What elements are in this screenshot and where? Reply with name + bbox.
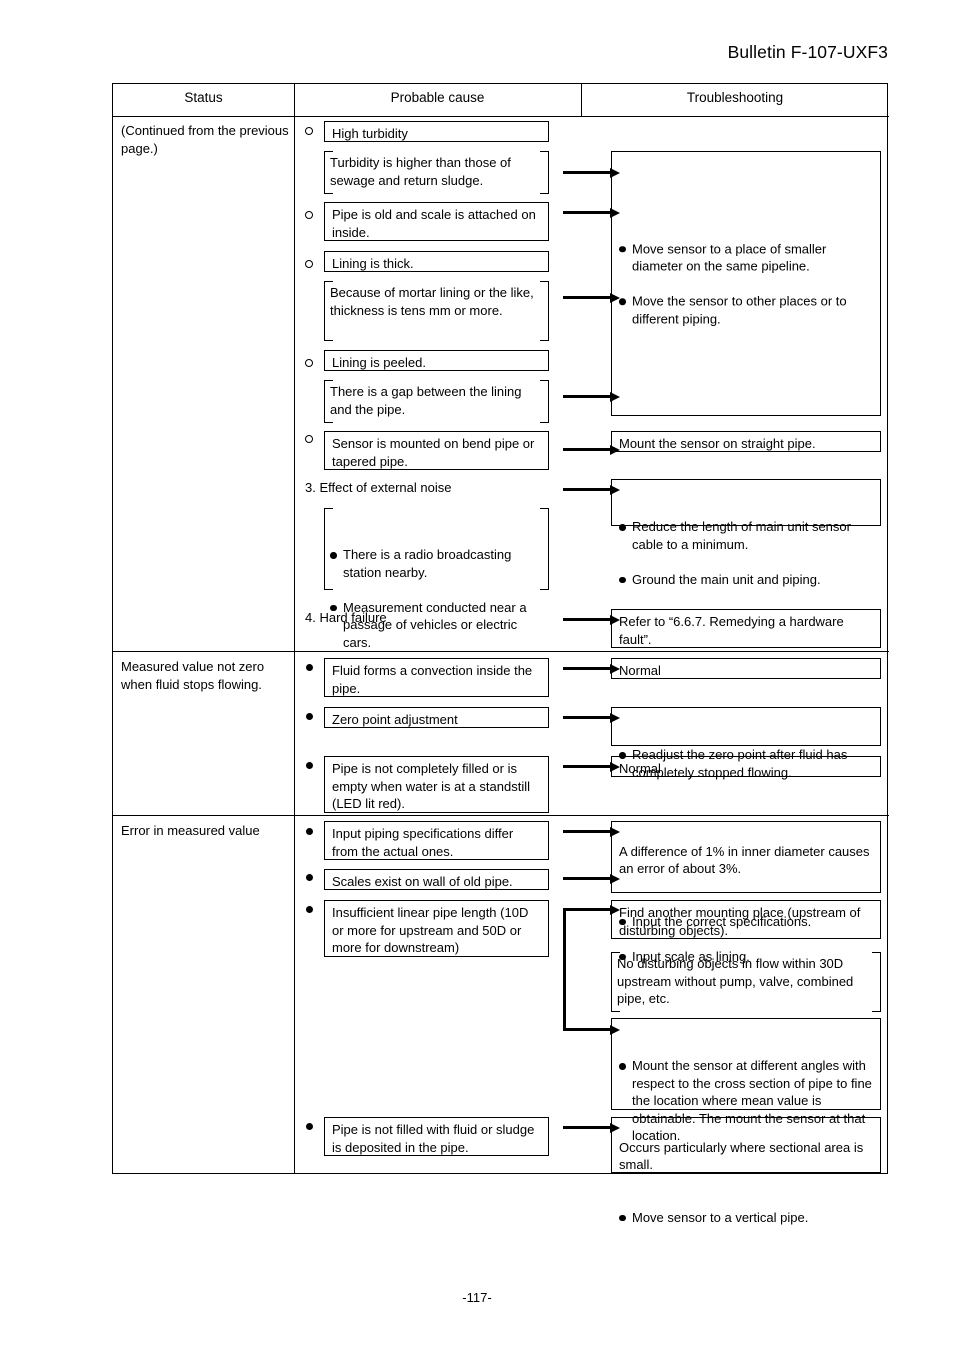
troubleshooting-box-normal: Normal: [611, 658, 881, 679]
cause-detail-bracket: Because of mortar lining or the like, th…: [323, 280, 550, 342]
cause-box: Lining is peeled.: [324, 350, 549, 371]
troubleshooting-box-inner-diameter: A difference of 1% in inner diameter cau…: [611, 821, 881, 964]
cause-box: High turbidity: [324, 121, 549, 142]
troubleshooting-bullet: Move sensor to a vertical pipe.: [619, 1209, 874, 1227]
branch-connector-stem: [563, 908, 566, 1031]
column-header-probable-cause: Probable cause: [390, 90, 485, 105]
troubleshooting-text: Occurs particularly where sectional area…: [619, 1139, 864, 1173]
troubleshooting-box-move-sensor: Move sensor to a place of smaller diamet…: [611, 151, 881, 416]
troubleshooting-box-normal: Normal: [611, 756, 881, 777]
flow-arrow: [563, 484, 620, 495]
troubleshooting-box-mounting-place: Find another mounting place (upstream of…: [611, 900, 881, 939]
filled-bullet-marker: [306, 828, 313, 835]
cause-heading-external-noise: 3. Effect of external noise: [305, 480, 452, 495]
column-header-status: Status: [184, 90, 223, 105]
flow-arrow: [563, 873, 620, 884]
column-header-troubleshooting: Troubleshooting: [686, 90, 784, 105]
troubleshooting-bullet: Move the sensor to other places or to di…: [619, 292, 875, 327]
troubleshooting-box-sensor-angles: Mount the sensor at different angles wit…: [611, 1018, 881, 1143]
troubleshooting-bullet: Move sensor to a place of smaller diamet…: [619, 240, 875, 275]
troubleshooting-box-noise: Reduce the length of main unit sensor ca…: [611, 479, 881, 587]
open-circle-marker: [305, 260, 313, 268]
cause-box: Sensor is mounted on bend pipe or tapere…: [324, 431, 549, 470]
cause-box: Pipe is not filled with fluid or sludge …: [324, 1117, 549, 1156]
flow-arrow: [563, 1122, 620, 1133]
open-circle-marker: [305, 435, 313, 443]
cause-box: Lining is thick.: [324, 251, 549, 272]
cause-box: Pipe is old and scale is attached on ins…: [324, 202, 549, 241]
troubleshooting-detail-bracket: No disturbing objects in flow within 30D…: [610, 951, 882, 1013]
cause-box: Input piping specifications differ from …: [324, 821, 549, 860]
page-number: -117-: [462, 1290, 492, 1305]
cause-box: Pipe is not completely filled or is empt…: [324, 756, 549, 813]
flow-arrow: [563, 826, 620, 837]
open-circle-marker: [305, 127, 313, 135]
cause-box: Zero point adjustment: [324, 707, 549, 728]
cause-box: Scales exist on wall of old pipe.: [324, 869, 549, 890]
cause-detail-bracket: There is a radio broadcasting station ne…: [323, 507, 550, 650]
flow-arrow: [563, 391, 620, 402]
troubleshooting-bullet-list: Reduce the length of main unit sensor ca…: [619, 501, 874, 606]
cause-box: Insufficient linear pipe length (10D or …: [324, 900, 549, 957]
header-divider: [113, 116, 889, 117]
filled-bullet-marker: [306, 664, 313, 671]
open-circle-marker: [305, 359, 313, 367]
troubleshooting-bullet-list: Move sensor to a vertical pipe.: [619, 1191, 874, 1244]
status-label-section-2: Measured value not zero when fluid stops…: [121, 659, 265, 692]
flow-arrow: [563, 292, 620, 303]
troubleshooting-bullet-list: Move sensor to a place of smaller diamet…: [619, 222, 875, 345]
status-label-section-1: (Continued from the previous page.): [121, 123, 289, 156]
troubleshooting-bullet: Ground the main unit and piping.: [619, 571, 874, 589]
troubleshooting-box-sectional-area: Occurs particularly where sectional area…: [611, 1117, 881, 1225]
flow-arrow: [563, 663, 620, 674]
troubleshooting-box-zero-point: Readjust the zero point after fluid has …: [611, 707, 881, 780]
cause-detail-bracket: Turbidity is higher than those of sewage…: [323, 150, 550, 195]
filled-bullet-marker: [306, 1123, 313, 1130]
flow-arrow: [563, 614, 620, 625]
cause-heading-hard-failure: 4. Hard failure: [305, 610, 387, 625]
flow-arrow: [563, 761, 620, 772]
flow-arrow-branch-lower: [563, 1024, 620, 1035]
status-column-divider: [294, 84, 295, 1173]
filled-bullet-marker: [306, 762, 313, 769]
flow-arrow: [563, 444, 620, 455]
troubleshooting-table: Status Probable cause Troubleshooting (C…: [112, 83, 889, 1225]
troubleshooting-bullet: Reduce the length of main unit sensor ca…: [619, 518, 874, 553]
flow-arrow-branch-upper: [563, 904, 620, 915]
cause-bullet: There is a radio broadcasting station ne…: [330, 546, 542, 581]
troubleshooting-text: A difference of 1% in inner diameter cau…: [619, 843, 870, 877]
troubleshooting-box-hardware-fault: Refer to “6.6.7. Remedying a hardware fa…: [611, 609, 881, 648]
cause-box: Fluid forms a convection inside the pipe…: [324, 658, 549, 697]
status-label-section-3: Error in measured value: [121, 823, 260, 838]
bulletin-title: Bulletin F-107-UXF3: [727, 42, 888, 62]
cause-detail-bracket: There is a gap between the lining and th…: [323, 379, 550, 424]
flow-arrow: [563, 167, 620, 178]
filled-bullet-marker: [306, 713, 313, 720]
filled-bullet-marker: [306, 906, 313, 913]
cause-bullet-list: There is a radio broadcasting station ne…: [330, 529, 542, 669]
filled-bullet-marker: [306, 874, 313, 881]
flow-arrow: [563, 207, 620, 218]
troubleshooting-box-straight-pipe: Mount the sensor on straight pipe.: [611, 431, 881, 452]
open-circle-marker: [305, 211, 313, 219]
flow-arrow: [563, 712, 620, 723]
